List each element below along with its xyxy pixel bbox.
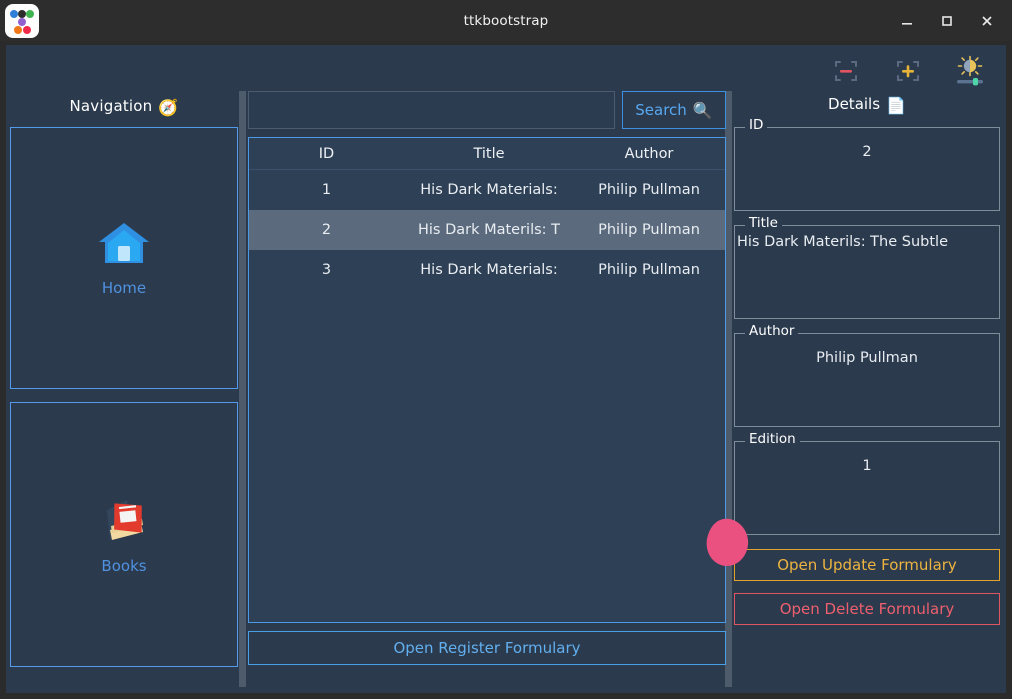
minimize-icon[interactable] [894,8,920,34]
cell-title: His Dark Materials: [404,182,574,198]
details-pane: Details 📄 ID 2 Title His Dark Materils: T… [734,91,1000,685]
details-field-title-label: Title [745,217,782,231]
books-list-pane: Search 🔍 ID Title Author 1 His Dark Mate… [248,91,726,685]
search-icon: 🔍 [693,101,713,120]
search-row: Search 🔍 [248,91,726,129]
cell-title: His Dark Materils: T [404,222,574,238]
cell-author: Philip Pullman [574,222,724,238]
open-delete-formulary-button[interactable]: Open Delete Formulary [734,593,1000,625]
open-register-formulary-button[interactable]: Open Register Formulary [248,631,726,665]
cell-author: Philip Pullman [574,262,724,278]
table-body: 1 His Dark Materials: Philip Pullman 2 H… [249,170,725,622]
home-icon [97,219,151,271]
cell-author: Philip Pullman [574,182,724,198]
search-button-label: Search [635,101,687,119]
maximize-icon[interactable] [934,8,960,34]
cell-id: 3 [249,262,404,278]
details-field-id-value: 2 [735,128,999,160]
search-input[interactable] [248,91,615,129]
column-header-title[interactable]: Title [404,146,574,162]
sidebar-item-books-label: Books [101,557,146,575]
details-header: Details 📄 [734,91,1000,127]
toolbar [828,51,988,91]
pane-sash-left[interactable] [239,91,246,687]
details-field-edition: Edition 1 [734,441,1000,535]
column-header-id[interactable]: ID [249,146,404,162]
details-field-id-label: ID [745,119,767,133]
books-table[interactable]: ID Title Author 1 His Dark Materials: Ph… [248,137,726,623]
details-header-label: Details [828,95,880,113]
cell-id: 2 [249,222,404,238]
details-field-id: ID 2 [734,127,1000,211]
navigation-pane: Navigation 🧭 Home [10,91,238,681]
search-button[interactable]: Search 🔍 [622,91,726,129]
column-header-author[interactable]: Author [574,146,724,162]
table-row[interactable]: 2 His Dark Materils: T Philip Pullman [249,210,725,250]
sidebar-item-home[interactable]: Home [10,127,238,389]
window-title: ttkbootstrap [0,13,1012,29]
details-field-author-label: Author [745,325,798,339]
sidebar-item-books[interactable]: Books [10,402,238,667]
close-icon[interactable] [974,8,1000,34]
details-field-author: Author Philip Pullman [734,333,1000,427]
table-row[interactable]: 1 His Dark Materials: Philip Pullman [249,170,725,210]
brightness-slider-icon[interactable] [952,51,988,91]
cell-id: 1 [249,182,404,198]
navigation-header-label: Navigation [69,97,152,115]
app-dots-icon [5,4,39,38]
table-row[interactable]: 3 His Dark Materials: Philip Pullman [249,250,725,290]
table-header-row: ID Title Author [249,138,725,170]
navigation-header: Navigation 🧭 [10,91,238,127]
sidebar-item-home-label: Home [102,279,146,297]
pane-sash-right[interactable] [725,91,732,687]
document-search-icon: 📄 [886,96,906,115]
navigation-arrow-icon: 🧭 [158,98,178,117]
window-body: Navigation 🧭 Home [0,41,1012,699]
books-icon [97,494,151,548]
open-update-formulary-button[interactable]: Open Update Formulary [734,549,1000,581]
zoom-in-icon[interactable] [890,51,926,91]
app-root: Navigation 🧭 Home [6,45,1006,693]
details-field-title: Title His Dark Materils: The Subtle [734,225,1000,319]
zoom-out-icon[interactable] [828,51,864,91]
window-controls [894,0,1012,41]
details-field-edition-label: Edition [745,433,800,447]
window-titlebar: ttkbootstrap [0,0,1012,41]
cell-title: His Dark Materials: [404,262,574,278]
